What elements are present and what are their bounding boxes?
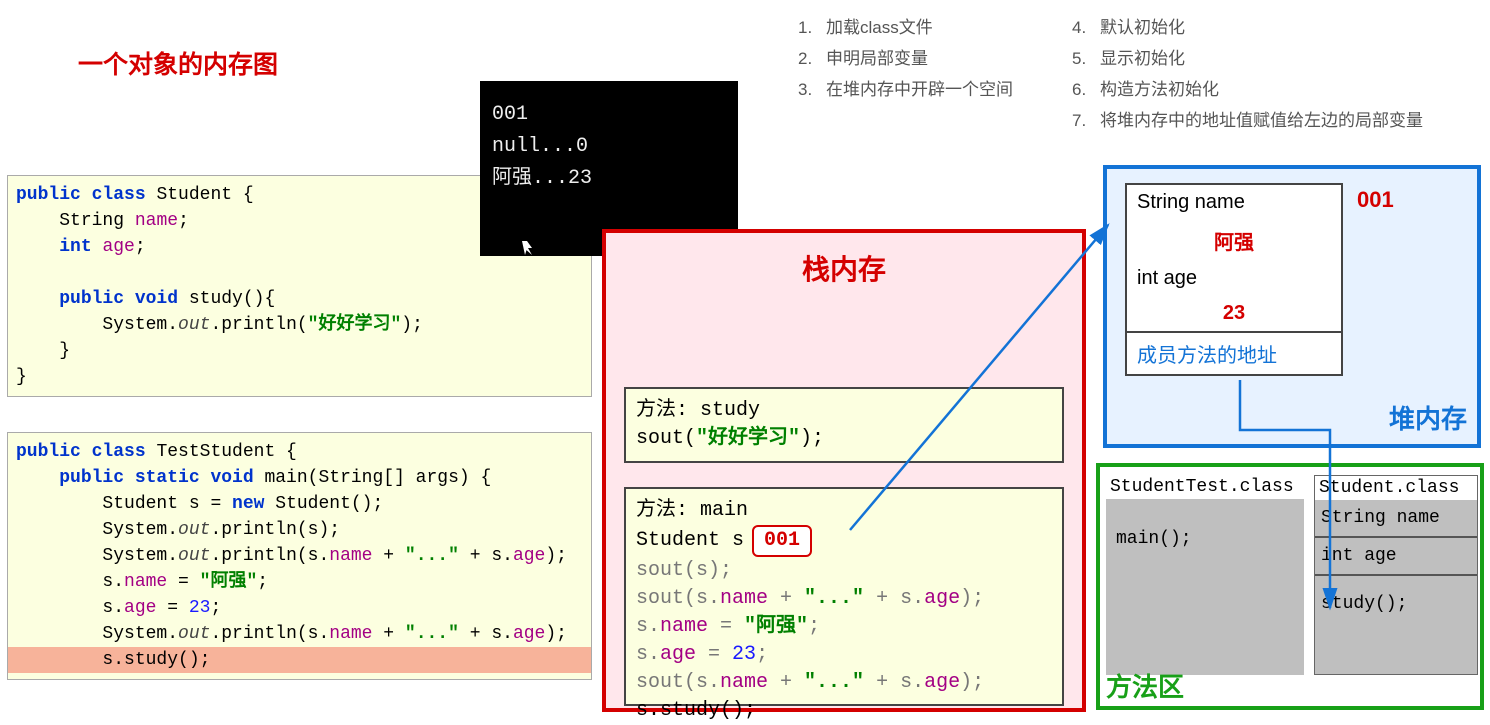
student-object: String name 阿强 int age 23 成员方法的地址 bbox=[1125, 183, 1343, 376]
steps-list-2: 4.默认初始化 5.显示初始化 6.构造方法初始化 7.将堆内存中的地址值赋值给… bbox=[1072, 13, 1423, 137]
code-teststudent-class: public class TestStudent { public static… bbox=[7, 432, 592, 680]
cursor-icon bbox=[522, 241, 532, 255]
object-address: 001 bbox=[1357, 187, 1394, 213]
diagram-title: 一个对象的内存图 bbox=[78, 45, 278, 81]
method-address-link: 成员方法的地址 bbox=[1127, 333, 1341, 374]
stack-memory-area: 栈内存 方法: study sout("好好学习"); 方法: main Stu… bbox=[602, 229, 1086, 712]
class-box-studenttest: StudentTest.class main(); bbox=[1106, 475, 1304, 675]
heap-address-ref: 001 bbox=[752, 525, 812, 557]
method-area-title: 方法区 bbox=[1106, 667, 1184, 704]
class-box-student: Student.class String name int age study(… bbox=[1314, 475, 1478, 675]
steps-list-1: 1.加载class文件 2.申明局部变量 3.在堆内存中开辟一个空间 bbox=[798, 13, 1013, 106]
method-area: StudentTest.class main(); Student.class … bbox=[1096, 463, 1484, 710]
stack-frame-main: 方法: main Student s001 sout(s); sout(s.na… bbox=[624, 487, 1064, 706]
stack-frame-study: 方法: study sout("好好学习"); bbox=[624, 387, 1064, 463]
stack-title: 栈内存 bbox=[606, 248, 1082, 288]
heap-title: 堆内存 bbox=[1389, 399, 1467, 436]
heap-memory-area: 001 String name 阿强 int age 23 成员方法的地址 堆内… bbox=[1103, 165, 1481, 448]
